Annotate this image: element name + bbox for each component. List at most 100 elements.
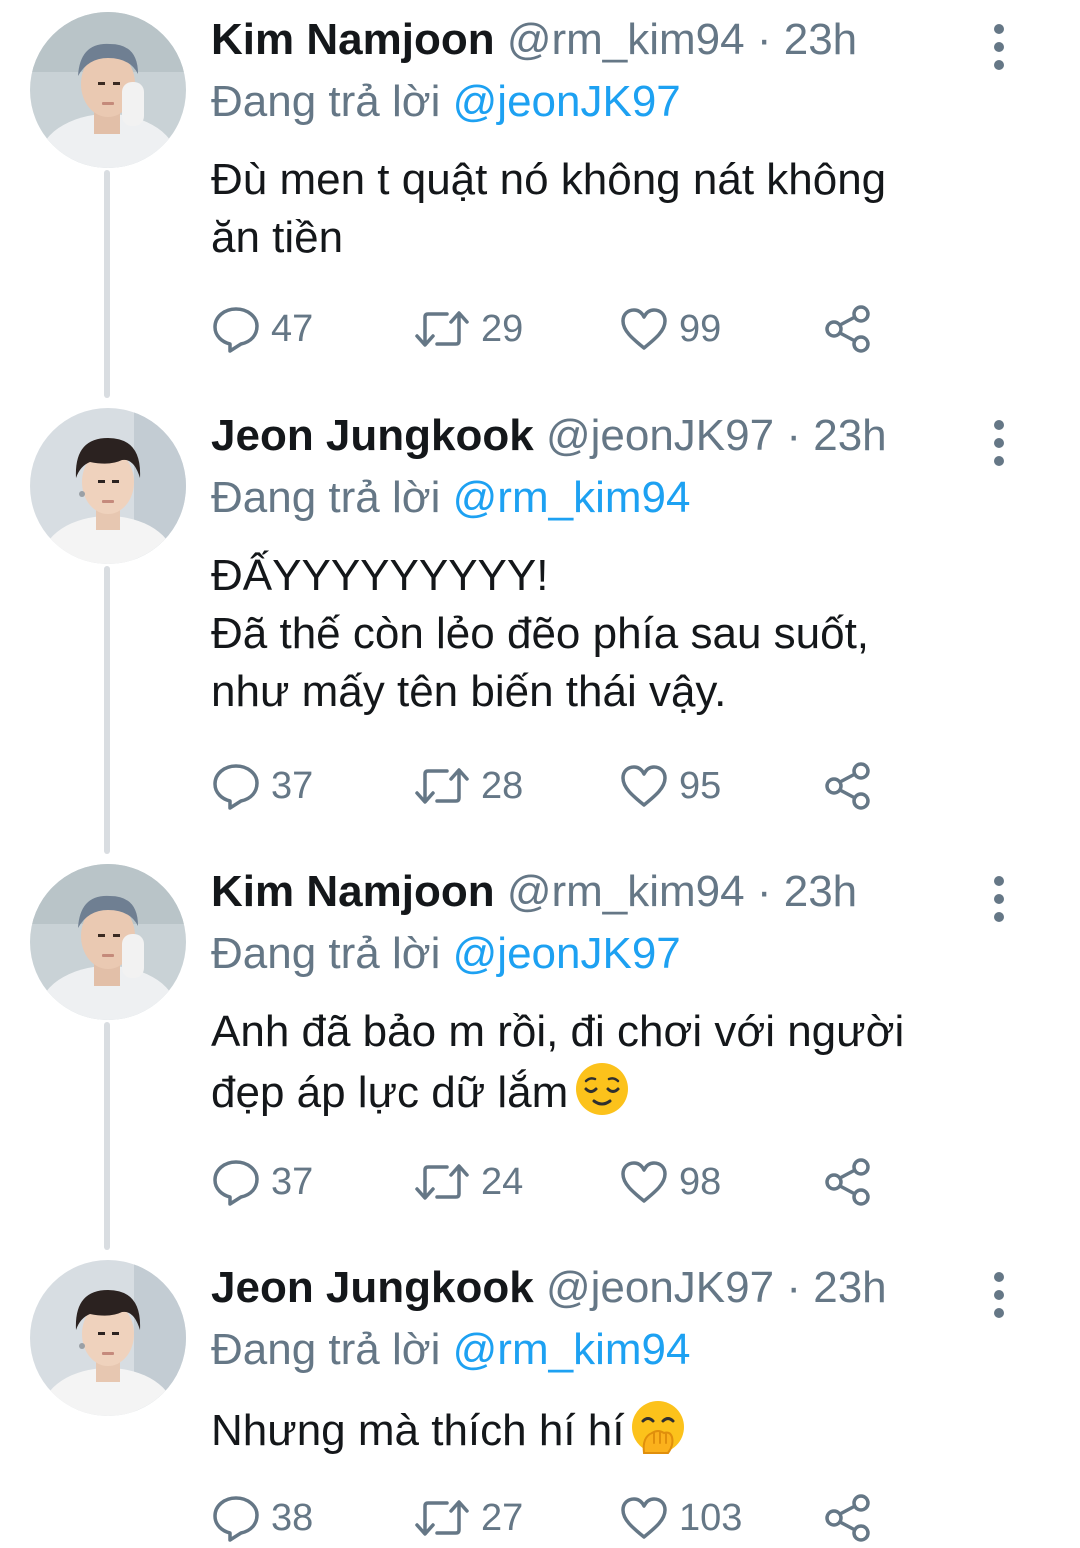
retweet-icon xyxy=(415,311,469,347)
display-name[interactable]: Kim Namjoon xyxy=(211,867,495,916)
thread-line xyxy=(104,1022,110,1250)
like-count: 95 xyxy=(679,764,722,807)
handle[interactable]: @rm_kim94 xyxy=(507,867,745,916)
reply-mention-link[interactable]: @jeonJK97 xyxy=(453,929,681,978)
share-button[interactable] xyxy=(823,299,875,359)
tweet-text-line: như mấy tên biến thái vậy. xyxy=(211,667,727,716)
avatar[interactable] xyxy=(30,1260,186,1416)
like-button[interactable]: 95 xyxy=(619,756,721,816)
reply-icon xyxy=(213,1160,259,1206)
thread-line xyxy=(104,170,110,398)
more-vertical-icon[interactable] xyxy=(985,420,1013,466)
more-vertical-icon[interactable] xyxy=(985,24,1013,70)
avatar[interactable] xyxy=(30,408,186,564)
share-icon xyxy=(825,1494,870,1542)
timestamp[interactable]: 23h xyxy=(784,867,857,916)
reply-button[interactable]: 47 xyxy=(211,299,313,359)
like-count: 98 xyxy=(679,1160,722,1203)
share-button[interactable] xyxy=(823,1488,875,1548)
tweet-text-line: Nhưng mà thích hí hí xyxy=(211,1406,625,1455)
replying-label: Đang trả lời xyxy=(211,929,441,978)
retweet-count: 28 xyxy=(481,764,524,807)
reply-mention-link[interactable]: @rm_kim94 xyxy=(453,1325,691,1374)
replying-to: Đang trả lời @rm_kim94 xyxy=(211,1322,690,1378)
tweet-text-line-with-emoji: Nhưng mà thích hí hí xyxy=(211,1399,1031,1460)
tweet-header: Jeon Jungkook @jeonJK97 · 23h xyxy=(211,1260,887,1316)
display-name[interactable]: Kim Namjoon xyxy=(211,15,495,64)
like-count: 99 xyxy=(679,307,722,350)
share-button[interactable] xyxy=(823,1152,875,1212)
display-name[interactable]: Jeon Jungkook xyxy=(211,1263,534,1312)
handle[interactable]: @rm_kim94 xyxy=(507,15,745,64)
tweet-header: Kim Namjoon @rm_kim94 · 23h xyxy=(211,864,857,920)
tweet-text-line: Đã thế còn lẻo đẽo phía sau suốt, xyxy=(211,609,870,658)
avatar-rm-image xyxy=(30,12,186,168)
tweet-header: Jeon Jungkook @jeonJK97 · 23h xyxy=(211,408,887,464)
like-count: 103 xyxy=(679,1496,743,1539)
retweet-icon xyxy=(415,1164,469,1200)
retweet-button[interactable]: 28 xyxy=(413,756,523,816)
reply-icon xyxy=(213,307,259,353)
more-vertical-icon[interactable] xyxy=(985,1272,1013,1318)
handle[interactable]: @jeonJK97 xyxy=(546,1263,774,1312)
action-bar: 37 24 98 xyxy=(211,1152,891,1212)
avatar-jk-image xyxy=(30,408,186,564)
separator-dot: · xyxy=(744,867,784,916)
heart-icon xyxy=(621,1497,667,1539)
reply-button[interactable]: 38 xyxy=(211,1488,313,1548)
retweet-count: 29 xyxy=(481,307,524,350)
thread-line xyxy=(104,566,110,854)
replying-to: Đang trả lời @jeonJK97 xyxy=(211,74,681,130)
tweet-text-line: ăn tiền xyxy=(211,213,344,262)
action-bar: 47 29 99 xyxy=(211,299,891,359)
like-button[interactable]: 98 xyxy=(619,1152,721,1212)
relieved-face-emoji-icon xyxy=(576,1063,629,1115)
avatar-jk-image xyxy=(30,1260,186,1416)
timestamp[interactable]: 23h xyxy=(813,411,886,460)
hand-over-mouth-face-emoji-icon xyxy=(632,1401,685,1454)
like-button[interactable]: 99 xyxy=(619,299,721,359)
tweet-text-line-with-emoji: đẹp áp lực dữ lắm xyxy=(211,1061,1031,1122)
reply-button[interactable]: 37 xyxy=(211,1152,313,1212)
tweet-text: Anh đã bảo m rồi, đi chơi với người đẹp … xyxy=(211,1003,1031,1122)
share-icon xyxy=(825,1158,870,1206)
tweet-header: Kim Namjoon @rm_kim94 · 23h xyxy=(211,12,857,68)
tweet-text: Đù men t quật nó không nát không ăn tiền xyxy=(211,151,1031,267)
separator-dot: · xyxy=(774,1263,814,1312)
like-button[interactable]: 103 xyxy=(619,1488,742,1548)
replying-label: Đang trả lời xyxy=(211,1325,441,1374)
replying-label: Đang trả lời xyxy=(211,77,441,126)
replying-label: Đang trả lời xyxy=(211,473,441,522)
retweet-button[interactable]: 29 xyxy=(413,299,523,359)
separator-dot: · xyxy=(744,15,784,64)
timestamp[interactable]: 23h xyxy=(784,15,857,64)
reply-count: 38 xyxy=(271,1496,314,1539)
avatar[interactable] xyxy=(30,12,186,168)
tweet-text-line: Đù men t quật nó không nát không xyxy=(211,155,887,204)
timestamp[interactable]: 23h xyxy=(813,1263,886,1312)
retweet-icon xyxy=(415,1500,469,1536)
reply-mention-link[interactable]: @jeonJK97 xyxy=(453,77,681,126)
avatar-rm-image xyxy=(30,864,186,1020)
share-icon xyxy=(825,762,870,810)
reply-button[interactable]: 37 xyxy=(211,756,313,816)
tweet-text-line: ĐẤYYYYYYYYY! xyxy=(211,551,549,600)
heart-icon xyxy=(621,765,667,807)
retweet-button[interactable]: 27 xyxy=(413,1488,523,1548)
display-name[interactable]: Jeon Jungkook xyxy=(211,411,534,460)
separator-dot: · xyxy=(774,411,814,460)
handle[interactable]: @jeonJK97 xyxy=(546,411,774,460)
replying-to: Đang trả lời @jeonJK97 xyxy=(211,926,681,982)
retweet-count: 27 xyxy=(481,1496,524,1539)
share-button[interactable] xyxy=(823,756,875,816)
avatar[interactable] xyxy=(30,864,186,1020)
retweet-button[interactable]: 24 xyxy=(413,1152,523,1212)
reply-count: 47 xyxy=(271,307,314,350)
share-icon xyxy=(825,305,870,353)
reply-mention-link[interactable]: @rm_kim94 xyxy=(453,473,691,522)
replying-to: Đang trả lời @rm_kim94 xyxy=(211,470,690,526)
heart-icon xyxy=(621,308,667,350)
more-vertical-icon[interactable] xyxy=(985,876,1013,922)
action-bar: 38 27 103 xyxy=(211,1488,891,1548)
heart-icon xyxy=(621,1161,667,1203)
